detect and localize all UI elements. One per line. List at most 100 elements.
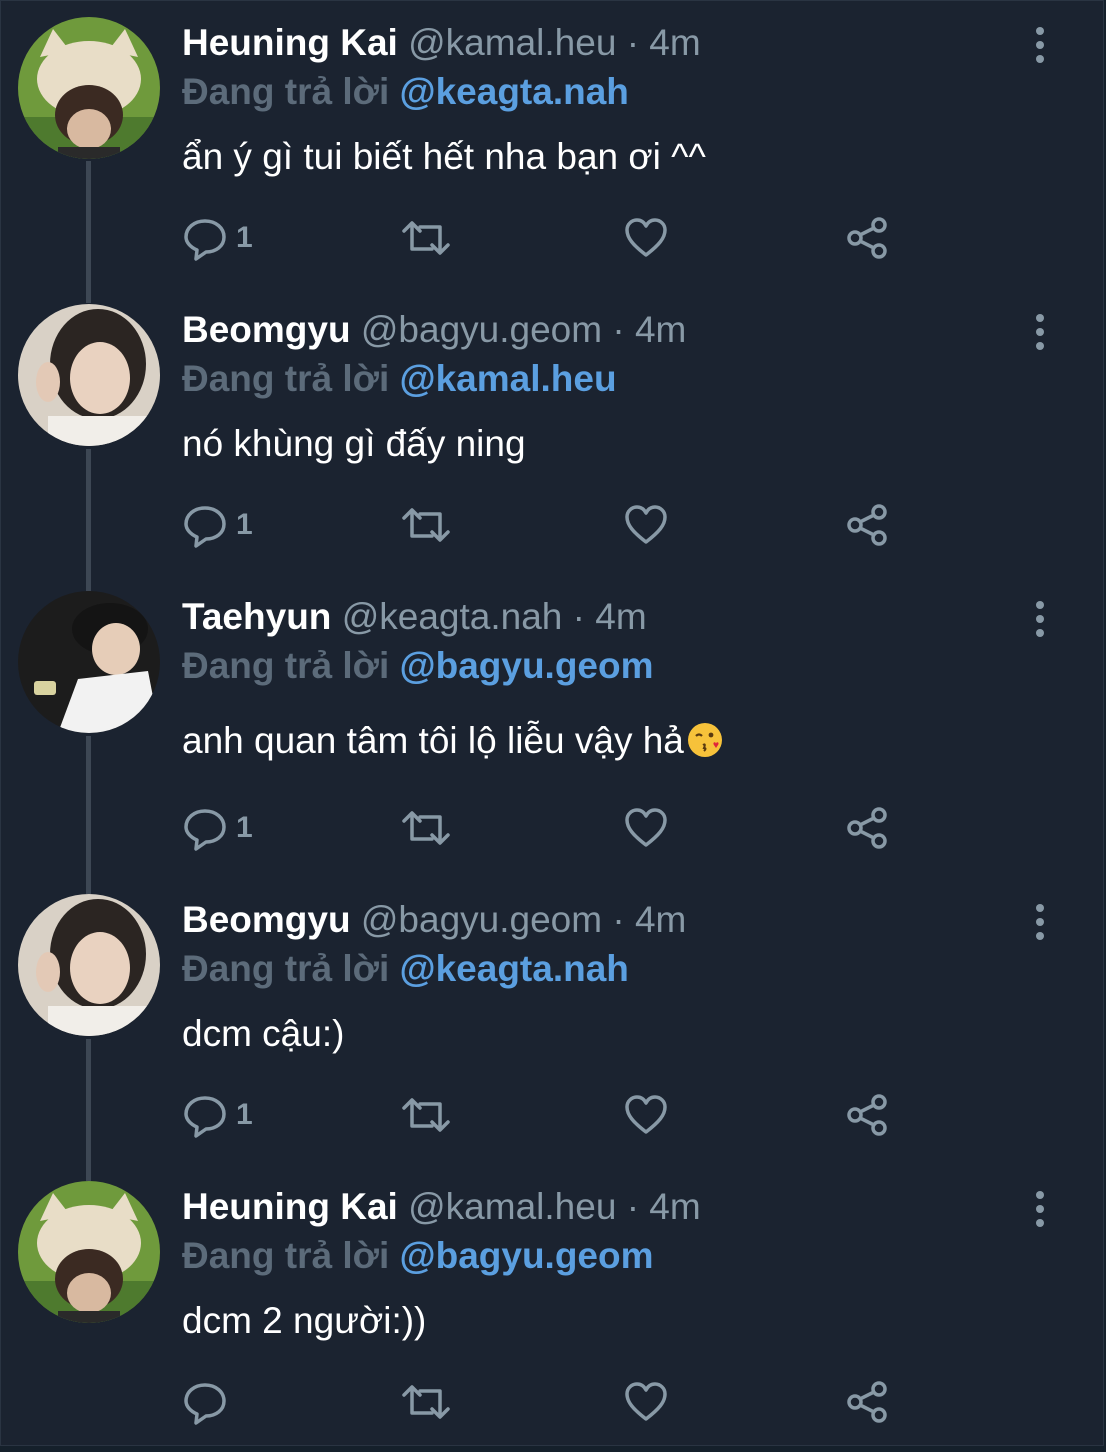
reply-button[interactable] <box>182 1377 236 1427</box>
user-handle[interactable]: @bagyu.geom <box>361 309 602 350</box>
avatar[interactable] <box>18 304 160 446</box>
reply-icon <box>184 1383 226 1425</box>
tweet[interactable]: Heuning Kai @kamal.heu · 4m Đang trả lời… <box>1 1 1101 288</box>
reply-icon <box>184 506 226 548</box>
avatar[interactable] <box>18 591 160 733</box>
user-handle[interactable]: @bagyu.geom <box>361 899 602 940</box>
retweet-button[interactable] <box>400 213 452 263</box>
more-vertical-icon[interactable] <box>1027 1189 1053 1229</box>
tweet[interactable]: Taehyun @keagta.nah · 4m Đang trả lời @b… <box>1 575 1101 862</box>
more-vertical-icon[interactable] <box>1027 599 1053 639</box>
kissing-face-emoji <box>687 723 722 757</box>
retweet-button[interactable] <box>400 803 452 853</box>
more-vertical-icon[interactable] <box>1027 902 1053 942</box>
tweet-text: nó khùng gì đấy ning <box>182 423 526 464</box>
replying-to-handle[interactable]: @bagyu.geom <box>400 1235 654 1276</box>
reply-button[interactable]: 1 <box>182 1090 253 1140</box>
avatar[interactable] <box>18 1181 160 1323</box>
timestamp[interactable]: 4m <box>649 22 700 63</box>
retweet-icon <box>402 1385 450 1419</box>
tweet[interactable]: Beomgyu @bagyu.geom · 4m Đang trả lời @k… <box>1 878 1101 1165</box>
retweet-button[interactable] <box>400 1090 452 1140</box>
avatar-heuning-kai-image <box>18 1181 160 1323</box>
replying-to-label: Đang trả lời <box>182 71 390 112</box>
like-button[interactable] <box>623 1090 669 1140</box>
avatar[interactable] <box>18 17 160 159</box>
retweet-icon <box>402 508 450 542</box>
tweet[interactable]: Beomgyu @bagyu.geom · 4m Đang trả lời @k… <box>1 288 1101 575</box>
tweet-header: Taehyun @keagta.nah · 4m <box>182 593 647 641</box>
share-button[interactable] <box>844 1377 890 1427</box>
reply-icon <box>184 1096 226 1138</box>
heart-icon <box>625 808 667 847</box>
share-button[interactable] <box>844 500 890 550</box>
display-name[interactable]: Beomgyu <box>182 899 351 940</box>
more-vertical-icon[interactable] <box>1027 312 1053 352</box>
tweet-text: dcm cậu:) <box>182 1013 345 1054</box>
share-button[interactable] <box>844 803 890 853</box>
separator-dot: · <box>626 22 640 63</box>
replying-to: Đang trả lời @keagta.nah <box>182 68 629 116</box>
like-button[interactable] <box>623 500 669 550</box>
like-button[interactable] <box>623 213 669 263</box>
tweet-actions: 1 <box>182 1090 902 1140</box>
reply-button[interactable]: 1 <box>182 803 253 853</box>
tweet-header: Heuning Kai @kamal.heu · 4m <box>182 19 701 67</box>
reply-count: 1 <box>236 221 253 254</box>
replying-to: Đang trả lời @keagta.nah <box>182 945 629 993</box>
user-handle[interactable]: @kamal.heu <box>408 1186 616 1227</box>
share-button[interactable] <box>844 1090 890 1140</box>
share-button[interactable] <box>844 213 890 263</box>
separator-dot: · <box>572 596 585 637</box>
user-handle[interactable]: @keagta.nah <box>342 596 563 637</box>
share-icon <box>847 1094 887 1136</box>
share-icon <box>847 1381 887 1423</box>
display-name[interactable]: Taehyun <box>182 596 331 637</box>
avatar-taehyun-image <box>18 591 160 733</box>
tweet-text: dcm 2 người:)) <box>182 1300 427 1341</box>
tweet-text-row: anh quan tâm tôi lộ liễu vậy hả <box>182 717 724 765</box>
reply-icon <box>184 219 226 261</box>
display-name[interactable]: Heuning Kai <box>182 22 398 63</box>
like-button[interactable] <box>623 803 669 853</box>
avatar-heuning-kai-image <box>18 17 160 159</box>
replying-to: Đang trả lời @bagyu.geom <box>182 642 654 690</box>
tweet-header: Beomgyu @bagyu.geom · 4m <box>182 896 686 944</box>
reply-count: 1 <box>236 1098 253 1131</box>
tweet-actions: 1 <box>182 803 902 853</box>
heart-icon <box>625 1382 667 1421</box>
separator-dot: · <box>626 1186 640 1227</box>
avatar[interactable] <box>18 894 160 1036</box>
replying-to-handle[interactable]: @keagta.nah <box>400 948 629 989</box>
tweet-header: Beomgyu @bagyu.geom · 4m <box>182 306 686 354</box>
replying-to-label: Đang trả lời <box>182 645 390 686</box>
timestamp[interactable]: 4m <box>635 309 686 350</box>
separator-dot: · <box>612 899 625 940</box>
replying-to-handle[interactable]: @bagyu.geom <box>400 645 654 686</box>
replying-to-label: Đang trả lời <box>182 358 390 399</box>
timestamp[interactable]: 4m <box>649 1186 700 1227</box>
tweet-text: ẩn ý gì tui biết hết nha bạn ơi ^^ <box>182 136 706 177</box>
share-icon <box>847 807 887 849</box>
retweet-button[interactable] <box>400 500 452 550</box>
like-button[interactable] <box>623 1377 669 1427</box>
display-name[interactable]: Beomgyu <box>182 309 351 350</box>
thread-screen: Heuning Kai @kamal.heu · 4m Đang trả lời… <box>0 0 1104 1446</box>
timestamp[interactable]: 4m <box>595 596 646 637</box>
more-vertical-icon[interactable] <box>1027 25 1053 65</box>
display-name[interactable]: Heuning Kai <box>182 1186 398 1227</box>
heart-icon <box>625 505 667 544</box>
reply-button[interactable]: 1 <box>182 500 253 550</box>
retweet-button[interactable] <box>400 1377 452 1427</box>
replying-to: Đang trả lời @bagyu.geom <box>182 1232 654 1280</box>
tweet-header: Heuning Kai @kamal.heu · 4m <box>182 1183 701 1231</box>
tweet[interactable]: Heuning Kai @kamal.heu · 4m Đang trả lời… <box>1 1165 1101 1452</box>
replying-to-label: Đang trả lời <box>182 1235 390 1276</box>
replying-to-handle[interactable]: @keagta.nah <box>400 71 629 112</box>
timestamp[interactable]: 4m <box>635 899 686 940</box>
user-handle[interactable]: @kamal.heu <box>408 22 616 63</box>
reply-button[interactable]: 1 <box>182 213 253 263</box>
replying-to-handle[interactable]: @kamal.heu <box>400 358 617 399</box>
retweet-icon <box>402 1098 450 1132</box>
share-icon <box>847 217 887 259</box>
